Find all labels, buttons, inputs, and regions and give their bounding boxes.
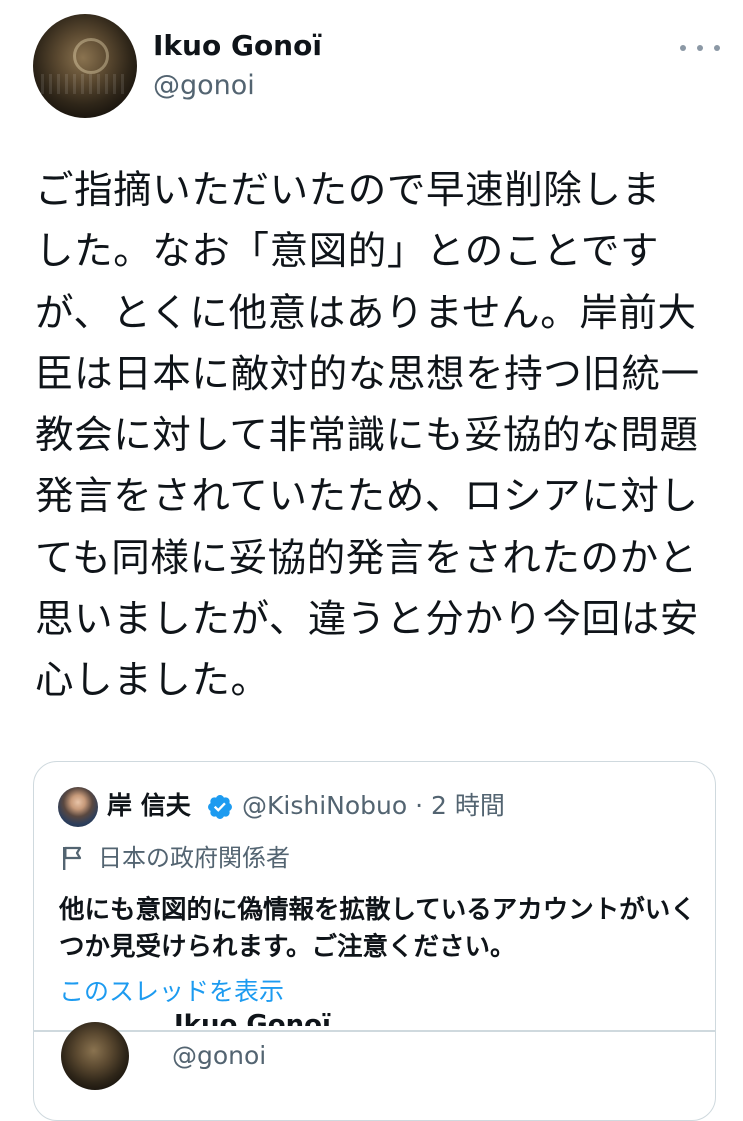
author-avatar[interactable] [33,14,137,118]
quoted-author-name: 岸 信夫 [107,791,191,820]
quoted-tweet-text: 他にも意図的に偽情報を拡散しているアカウントがいくつか見受けられます。ご注意くだ… [59,895,696,962]
nested-author-handle: @gonoi [172,1041,267,1070]
verified-badge-icon [208,795,232,819]
more-options-icon[interactable] [680,36,720,60]
quoted-tweet-card[interactable]: 岸 信夫 @KishiNobuo · 2 時間 日本の政府関係者 他にも意図的に… [33,761,716,1121]
quoted-author-avatar [58,787,98,827]
quoted-author-handle-time: @KishiNobuo · 2 時間 [242,791,505,820]
government-label-text: 日本の政府関係者 [98,844,290,872]
nested-author-avatar [61,1022,129,1090]
tweet-text: ご指摘いただいたので早速削除しま した。なお「意図的」とのことですが、とくに他意… [35,168,700,704]
author-handle[interactable]: @gonoi [153,69,255,103]
flag-icon [63,846,82,870]
show-thread-link[interactable]: このスレッドを表示 [59,976,284,1008]
author-display-name[interactable]: Ikuo Gonoï [153,28,322,64]
government-label[interactable]: 日本の政府関係者 [60,842,290,874]
nested-author-name: Ikuo Gonoï [174,1010,331,1026]
divider [34,1030,715,1032]
